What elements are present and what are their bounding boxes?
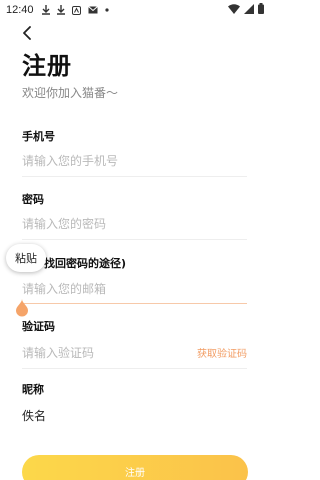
status-bar: 12:40 [0,0,270,20]
email-underline [22,303,247,304]
page-title: 注册 [22,52,72,80]
app-notification-icon [71,5,81,15]
status-time: 12:40 [6,4,34,16]
back-button[interactable] [18,24,36,42]
email-field: 找回密码的途径) 请输入您的邮箱 [22,255,247,305]
password-field: 密码 请输入您的密码 [22,191,247,241]
phone-field: 手机号 请输入您的手机号 [22,128,247,178]
nickname-field: 昵称 佚名 [22,381,247,431]
get-code-button[interactable]: 获取验证码 [197,345,247,360]
email-label: 找回密码的途径) [44,257,127,270]
wifi-icon [228,3,240,17]
register-button[interactable]: 注册 [22,455,248,480]
paste-menu-item[interactable]: 粘贴 [6,244,46,272]
download-icon [41,5,50,15]
mail-icon [87,6,98,14]
page-subtitle: 欢迎你加入猫番～ [22,86,119,100]
code-label: 验证码 [22,320,55,333]
password-label: 密码 [22,193,44,206]
nickname-input[interactable]: 佚名 [22,407,182,424]
chevron-left-icon [23,26,31,40]
code-input[interactable]: 请输入验证码 [22,344,182,361]
dot-icon [104,8,109,12]
signal-icon [244,3,254,17]
code-field: 验证码 请输入验证码 获取验证码 [22,318,247,369]
phone-label: 手机号 [22,130,55,143]
password-input[interactable]: 请输入您的密码 [22,215,182,232]
email-input[interactable]: 请输入您的邮箱 [22,280,182,297]
code-underline [22,368,247,369]
nickname-label: 昵称 [22,383,44,396]
download-icon [56,5,65,15]
phone-input[interactable]: 请输入您的手机号 [22,152,182,169]
phone-underline [22,176,247,177]
text-cursor-handle[interactable] [15,299,29,317]
password-underline [22,239,247,240]
battery-icon [258,3,264,17]
